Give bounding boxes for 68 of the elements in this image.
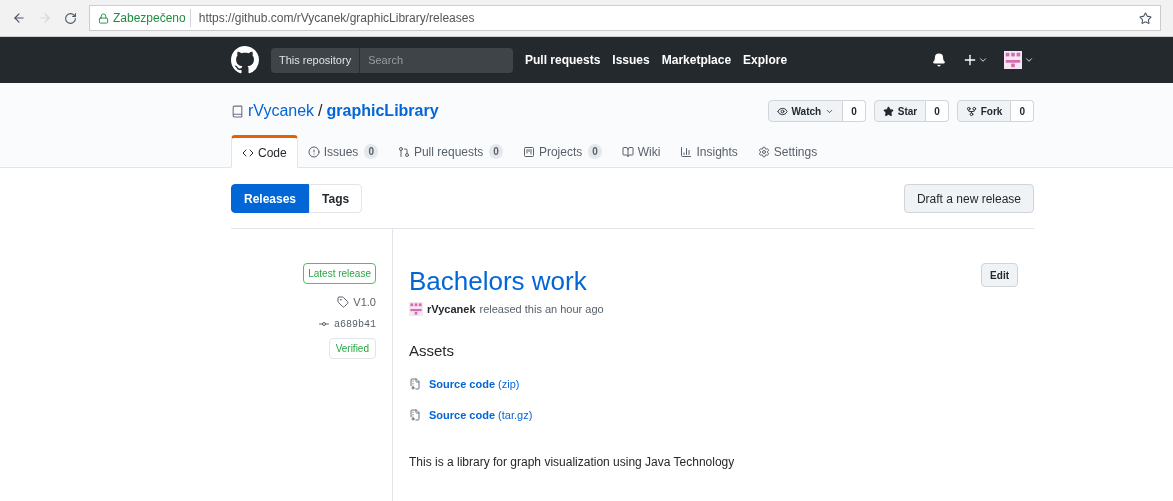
archive-icon [409, 378, 421, 391]
assets-heading: Assets [409, 340, 455, 361]
settings-icon [757, 145, 770, 158]
nav-link[interactable]: Marketplace [661, 51, 732, 69]
count-label: 0 [1011, 100, 1034, 122]
subnav-tab[interactable]: Tags [309, 184, 363, 213]
tag-link[interactable]: V1.0 [353, 294, 376, 311]
commit-link[interactable]: a689b41 [334, 316, 376, 332]
notification-icon[interactable] [932, 53, 946, 67]
counter-badge: 0 [489, 144, 503, 159]
repo-tab[interactable]: Settings [747, 135, 828, 168]
repo-tab[interactable]: Issues 0 [297, 135, 388, 168]
repo-tab[interactable]: Projects 0 [512, 135, 612, 168]
repo-tab[interactable]: Insights [670, 135, 748, 168]
fork-icon [965, 105, 977, 117]
path-separator: / [318, 101, 323, 121]
nav-link[interactable]: Explore [743, 51, 788, 69]
reload-icon[interactable] [64, 11, 77, 25]
search-field[interactable]: Search [360, 47, 513, 73]
address-bar[interactable]: Zabezpečeno https://github.com/rVycanek/graphicLibrary/releases [89, 5, 1161, 31]
issues-icon [307, 145, 320, 158]
owner-link[interactable]: rVycanek [248, 99, 315, 123]
avatar-icon [1004, 51, 1022, 69]
repo-icon [231, 104, 244, 118]
repo-name-link[interactable]: graphicLibrary [326, 99, 439, 123]
asset-link[interactable]: Source code (tar.gz) [429, 406, 533, 423]
profile-menu[interactable] [1004, 51, 1034, 69]
bookmark-icon[interactable] [1139, 11, 1152, 25]
repo-tab[interactable]: Pull requests 0 [387, 135, 513, 168]
security-label: Zabezpečeno [113, 9, 191, 27]
repo-action-button[interactable]: Star [873, 100, 927, 122]
latest-release-badge: Latest release [303, 263, 376, 284]
repo-action-button[interactable]: Watch [767, 100, 844, 122]
tag-icon [337, 296, 350, 309]
lock-icon [98, 12, 109, 24]
nav-link[interactable]: Pull requests [525, 51, 601, 69]
insights-icon [680, 145, 693, 158]
create-menu[interactable] [962, 52, 988, 68]
count-label: 0 [843, 100, 866, 122]
wiki-icon [621, 145, 634, 158]
url-text: https://github.com/rVycanek/graphicLibrary/releases [197, 10, 475, 27]
counter-badge: 0 [364, 144, 378, 159]
repo-action-button[interactable]: Fork [956, 100, 1012, 122]
plus-icon [962, 52, 978, 68]
scope-label: This repository [271, 47, 361, 73]
avatar-icon [409, 302, 423, 317]
subnav-tab[interactable]: Releases [231, 184, 310, 213]
eye-icon [776, 105, 788, 117]
star-icon [882, 105, 894, 117]
nav-link[interactable]: Issues [612, 51, 650, 69]
counter-badge: 0 [588, 144, 602, 159]
back-icon[interactable] [12, 11, 26, 25]
release-meta: released this an hour ago [479, 302, 604, 317]
release-title-link[interactable]: Bachelors work [409, 265, 587, 297]
author-link[interactable]: rVycanek [427, 301, 476, 318]
count-label: 0 [926, 100, 949, 122]
caret-icon [978, 55, 988, 65]
repo-tab[interactable]: Wiki [611, 135, 671, 168]
repo-tab[interactable]: Code [231, 135, 298, 168]
pulls-icon [397, 145, 410, 158]
octocat-logo-icon[interactable] [231, 46, 259, 74]
asset-link[interactable]: Source code (zip) [429, 376, 520, 393]
release-description: This is a library for graph visualization using Java Technology [409, 454, 736, 471]
archive-icon [409, 408, 421, 421]
edit-button[interactable]: Edit [981, 263, 1018, 287]
draft-release-button[interactable]: Draft a new release [903, 184, 1034, 213]
projects-icon [522, 145, 535, 158]
caret-icon [1024, 55, 1034, 65]
